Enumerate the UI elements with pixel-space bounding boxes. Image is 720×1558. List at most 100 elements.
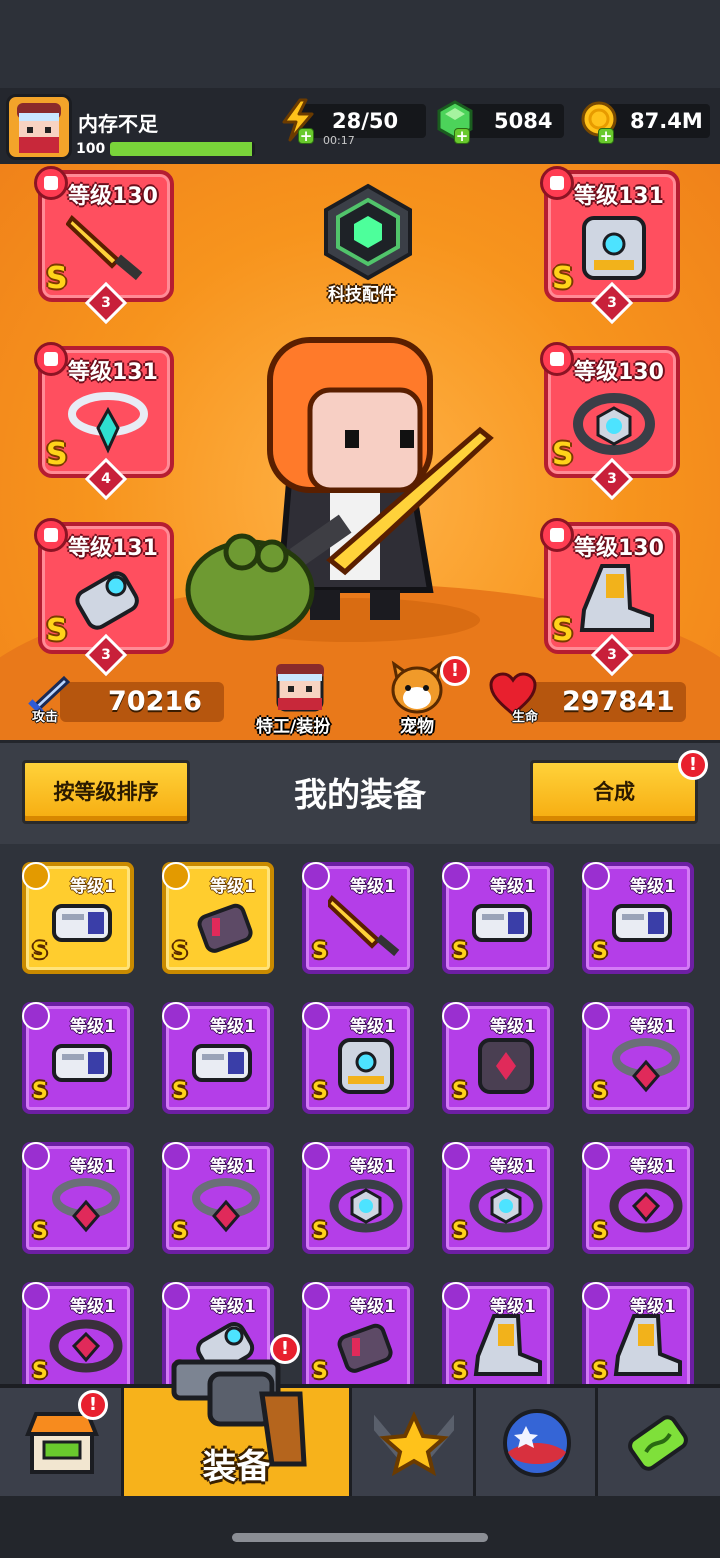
item-grade: S (172, 1079, 188, 1104)
item-type-icon (162, 862, 190, 890)
item-type-icon (582, 1142, 610, 1170)
planet-icon (503, 1409, 571, 1477)
item-grade: S (32, 1219, 48, 1244)
boots-slot-icon (540, 518, 574, 552)
agent-costume-icon[interactable] (270, 660, 330, 714)
blaster-icon (612, 904, 672, 942)
item-type-icon (442, 1002, 470, 1030)
tech-accessory-label: 科技配件 (328, 285, 396, 305)
nav-tab-skills[interactable] (352, 1388, 476, 1496)
item-grade: S (452, 1359, 468, 1384)
item-type-icon (302, 1002, 330, 1030)
inventory-item[interactable]: 等级1 S (162, 1002, 274, 1114)
inventory-item[interactable]: 等级1 S (442, 1282, 554, 1384)
health-stat: 297841 (520, 682, 686, 722)
item-type-icon (442, 1142, 470, 1170)
inventory-item[interactable]: 等级1 S (582, 1282, 694, 1384)
nav-tab-world[interactable] (476, 1388, 598, 1496)
inventory-item[interactable]: 等级1 S (302, 1142, 414, 1254)
item-grade: S (312, 1359, 328, 1384)
equipped-armor-slot[interactable]: 等级131 S 3 (540, 166, 680, 325)
dark-armor-icon (478, 1038, 534, 1094)
item-grade: S (452, 1079, 468, 1104)
item-type-icon (582, 1282, 610, 1310)
item-level: 等级1 (210, 1157, 256, 1177)
item-grade: S (592, 939, 608, 964)
item-level: 等级1 (490, 1297, 536, 1317)
blaster-icon (192, 1044, 252, 1082)
avatar-icon (17, 103, 61, 153)
equipped-belt-slot[interactable]: 等级130 S 3 (540, 342, 680, 501)
attack-value: 70216 (108, 686, 202, 717)
item-level: 等级1 (490, 1017, 536, 1037)
inventory-item[interactable]: 等级1 S (22, 862, 134, 974)
armor-icon (338, 1038, 394, 1094)
equipped-grade: S (552, 261, 574, 296)
item-type-icon (22, 862, 50, 890)
claw-glove-icon (337, 1323, 393, 1373)
home-indicator[interactable] (232, 1533, 488, 1542)
item-level: 等级1 (70, 877, 116, 897)
equipped-glove-slot[interactable]: 等级131 S 3 (34, 518, 174, 677)
inventory-item[interactable]: 等级1 S (302, 1002, 414, 1114)
equipped-necklace-slot[interactable]: 等级131 S 4 (34, 342, 174, 501)
equipped-weapon-slot[interactable]: 等级130 S 3 (34, 166, 174, 325)
inventory-item[interactable]: 等级1 S (302, 1282, 414, 1384)
inventory-item[interactable]: 等级1 S (442, 862, 554, 974)
item-grade: S (592, 1359, 608, 1384)
pet-shiba-icon[interactable] (386, 660, 448, 716)
star-count: 3 (607, 647, 617, 663)
item-grade: S (452, 939, 468, 964)
item-type-icon (442, 862, 470, 890)
energy-counter[interactable]: 28/50 (300, 104, 426, 138)
player-avatar[interactable] (6, 94, 72, 160)
equipped-boots-slot[interactable]: 等级130 S 3 (540, 518, 680, 677)
merge-button[interactable]: 合成 (530, 760, 698, 824)
star-count: 3 (101, 647, 111, 663)
inventory-item[interactable]: 等级1 S (162, 862, 274, 974)
agent-costume-button[interactable]: 特工/装扮 (256, 712, 330, 737)
glove-slot-icon (34, 518, 68, 552)
equipped-level: 等级130 (574, 536, 664, 561)
item-level: 等级1 (630, 1017, 676, 1037)
nav-tab-lab[interactable] (598, 1388, 720, 1496)
blaster-icon (52, 904, 112, 942)
item-level: 等级1 (630, 1297, 676, 1317)
player-level: 100 (76, 141, 106, 157)
hero-character[interactable] (180, 320, 500, 650)
inventory-item[interactable]: 等级1 S (22, 1002, 134, 1114)
inventory-item[interactable]: 等级1 S (22, 1142, 134, 1254)
equipped-level: 等级131 (574, 184, 664, 209)
sword-icon (66, 214, 143, 281)
inventory-item[interactable]: 等级1 S (302, 862, 414, 974)
equipped-level: 等级131 (68, 360, 158, 385)
star-count: 4 (101, 471, 111, 487)
hexagon-tech-icon[interactable] (318, 182, 418, 282)
item-level: 等级1 (350, 1157, 396, 1177)
item-level: 等级1 (630, 1157, 676, 1177)
inventory-item[interactable]: 等级1 S (582, 1002, 694, 1114)
inventory-grid: 等级1 S 等级1 S 等级1 S 等级1 S 等级1 S 等级1 S 等级1 S 等级1 S 等级1 S 等级1 S… (0, 844, 720, 1384)
necklace-icon (68, 392, 148, 454)
inventory-item[interactable]: 等级1 S (22, 1282, 134, 1384)
item-grade: S (32, 939, 48, 964)
add-energy-button[interactable]: + (298, 128, 314, 144)
equipped-level: 等级131 (68, 536, 158, 561)
armor-icon (582, 216, 646, 280)
item-grade: S (312, 1219, 328, 1244)
inventory-item[interactable]: 等级1 S (582, 862, 694, 974)
pet-button[interactable]: 宠物 (400, 712, 434, 737)
item-grade: S (312, 939, 328, 964)
item-type-icon (442, 1282, 470, 1310)
inventory-item[interactable]: 等级1 S (442, 1142, 554, 1254)
inventory-item[interactable]: 等级1 S (162, 1142, 274, 1254)
equipped-level: 等级130 (68, 184, 158, 209)
inventory-item[interactable]: 等级1 S (582, 1142, 694, 1254)
claw-glove-icon (197, 903, 253, 953)
equipped-grade: S (552, 613, 574, 648)
add-coins-button[interactable]: + (598, 128, 614, 144)
item-level: 等级1 (70, 1297, 116, 1317)
inventory-item[interactable]: 等级1 S (442, 1002, 554, 1114)
add-gems-button[interactable]: + (454, 128, 470, 144)
necklace-slot-icon (34, 342, 68, 376)
